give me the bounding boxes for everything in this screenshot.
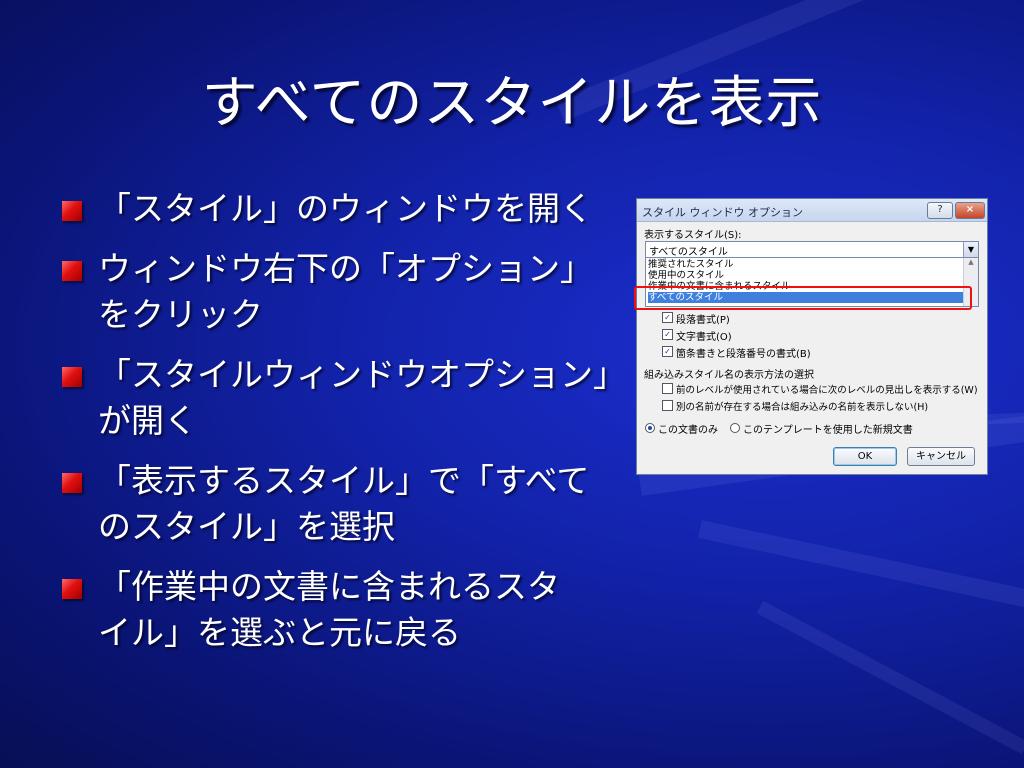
bullet-marker-icon (62, 201, 82, 221)
bullet-text: 「スタイル」のウィンドウを開く (98, 186, 593, 232)
bullet-item: ウィンドウ右下の「オプション」 をクリック (62, 246, 622, 338)
bullet-line: 「表示するスタイル」で「すべて (98, 461, 590, 500)
bullet-item: 「スタイル」のウィンドウを開く (62, 186, 622, 232)
list-format-label: 箇条書きと段落番号の書式(B) (676, 349, 811, 360)
selection-highlight-box (634, 286, 972, 310)
bullet-line: 「スタイルウィンドウオプション」 (98, 355, 626, 394)
character-format-label: 文字書式(O) (676, 332, 732, 343)
combo-value: すべてのスタイル (649, 247, 728, 258)
bullet-line: をクリック (98, 295, 263, 334)
chevron-down-icon[interactable]: ▼ (963, 242, 978, 257)
builtin-names-label: 組み込みスタイル名の表示方法の選択 (644, 370, 814, 381)
bullet-line: 「スタイル」のウィンドウを開く (98, 189, 593, 228)
list-format-checkbox[interactable]: ✓ (662, 346, 673, 357)
template-label: このテンプレートを使用した新規文書 (743, 425, 913, 436)
bullet-text: 「スタイルウィンドウオプション」 が開く (98, 352, 626, 444)
next-heading-label: 前のレベルが使用されている場合に次のレベルの見出しを表示する(W) (676, 385, 978, 396)
style-window-options-dialog: スタイル ウィンドウ オプション ? × 表示するスタイル(S): すべてのスタ… (636, 198, 988, 475)
ok-button[interactable]: OK (833, 447, 897, 466)
dialog-title: スタイル ウィンドウ オプション (642, 206, 803, 219)
bullet-line: イル」を選ぶと元に戻る (98, 613, 461, 652)
show-styles-combo[interactable]: すべてのスタイル ▼ (645, 241, 979, 258)
help-button[interactable]: ? (927, 202, 953, 219)
cancel-button[interactable]: キャンセル (907, 447, 975, 466)
paragraph-format-checkbox[interactable]: ✓ (662, 312, 673, 323)
this-document-label: この文書のみ (658, 425, 718, 436)
bullet-line: 「作業中の文書に含まれるスタ (98, 567, 560, 606)
dialog-titlebar[interactable]: スタイル ウィンドウ オプション ? × (637, 199, 987, 222)
show-styles-label: 表示するスタイル(S): (644, 230, 742, 241)
bullet-item: 「作業中の文書に含まれるスタ イル」を選ぶと元に戻る (62, 564, 622, 656)
bullet-marker-icon (62, 579, 82, 599)
this-document-radio[interactable] (645, 423, 655, 433)
bullet-list: 「スタイル」のウィンドウを開く ウィンドウ右下の「オプション」 をクリック 「ス… (62, 186, 626, 670)
close-button[interactable]: × (955, 202, 985, 219)
background-streak (698, 520, 1024, 617)
bullet-text: 「作業中の文書に含まれるスタ イル」を選ぶと元に戻る (98, 564, 560, 656)
background-streak (756, 600, 1024, 755)
scroll-up-icon[interactable]: ▲ (968, 258, 973, 266)
bullet-item: 「表示するスタイル」で「すべて のスタイル」を選択 (62, 458, 622, 550)
character-format-checkbox[interactable]: ✓ (662, 329, 673, 340)
bullet-line: のスタイル」を選択 (98, 507, 395, 546)
bullet-marker-icon (62, 473, 82, 493)
dropdown-option[interactable]: 推奨されたスタイル (648, 259, 964, 270)
hide-builtin-checkbox[interactable] (662, 400, 673, 411)
template-radio[interactable] (730, 423, 740, 433)
bullet-marker-icon (62, 367, 82, 387)
paragraph-format-label: 段落書式(P) (676, 315, 730, 326)
slide-title: すべてのスタイルを表示 (201, 71, 823, 136)
next-heading-checkbox[interactable] (662, 383, 673, 394)
dropdown-option[interactable]: 使用中のスタイル (648, 270, 964, 281)
bullet-item: 「スタイルウィンドウオプション」 が開く (62, 352, 626, 444)
bullet-marker-icon (62, 261, 82, 281)
bullet-line: が開く (98, 401, 197, 440)
bullet-text: 「表示するスタイル」で「すべて のスタイル」を選択 (98, 458, 589, 550)
hide-builtin-label: 別の名前が存在する場合は組み込みの名前を表示しない(H) (676, 402, 929, 413)
bullet-text: ウィンドウ右下の「オプション」 をクリック (98, 246, 593, 338)
bullet-line: ウィンドウ右下の「オプション」 (98, 249, 593, 288)
